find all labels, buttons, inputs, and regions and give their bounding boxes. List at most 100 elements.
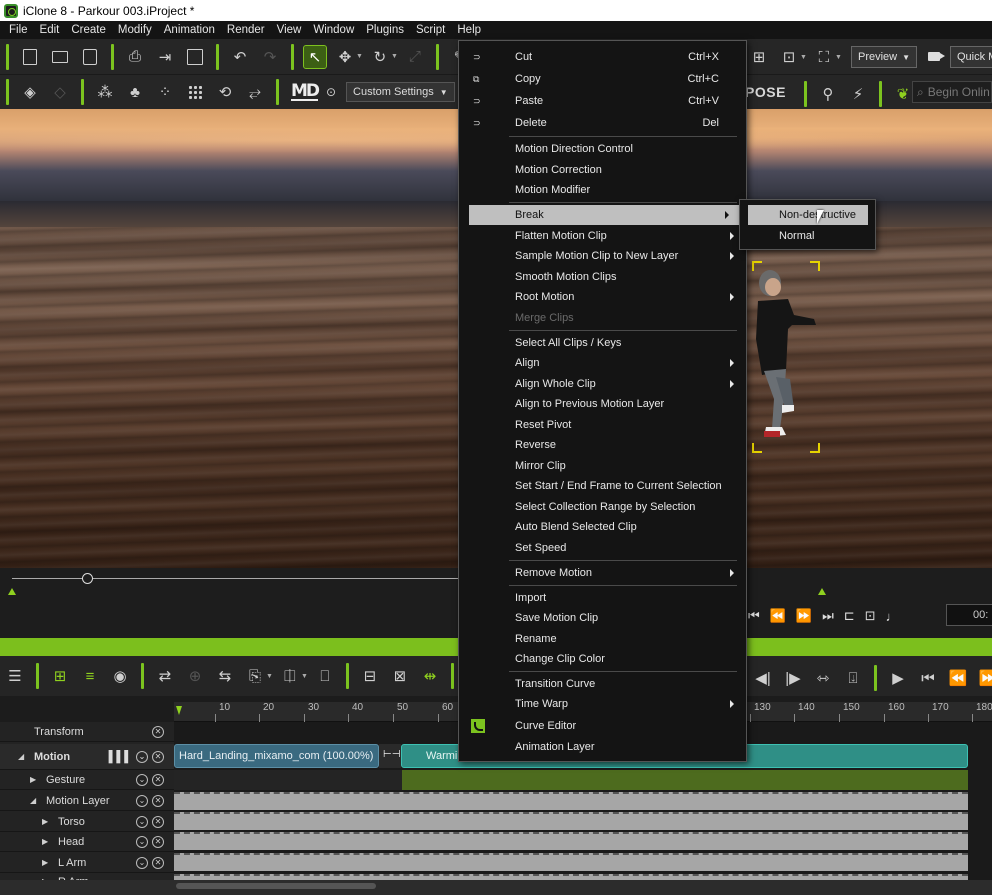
menu-file[interactable]: File <box>3 21 34 39</box>
range-icon[interactable]: ⎕ <box>314 665 336 687</box>
menu-item-save-motion-clip[interactable]: Save Motion Clip <box>459 608 746 628</box>
menu-item-flatten-motion-clip[interactable]: Flatten Motion Clip <box>459 226 746 246</box>
next-frame-icon[interactable]: ⏩ <box>796 608 812 624</box>
menu-item-align[interactable]: Align <box>459 353 746 373</box>
chevron-down-icon[interactable]: ▼ <box>835 54 842 61</box>
export-clip-icon[interactable]: ⍗ <box>842 667 864 689</box>
select-arrow-icon[interactable]: ↖ <box>303 44 327 69</box>
menu-item-animation-layer[interactable]: Animation Layer <box>459 737 746 757</box>
menu-item-mirror-clip[interactable]: Mirror Clip <box>459 456 746 476</box>
menu-item-paste[interactable]: ⊃ Paste Ctrl+V <box>459 91 746 111</box>
expand-arrow-icon[interactable]: ▶ <box>42 837 54 846</box>
chevron-down-icon[interactable]: ⌄ <box>136 773 148 786</box>
swap-icon[interactable]: ⇆ <box>214 665 236 687</box>
quick-mode-button[interactable]: Quick M <box>950 46 992 68</box>
expand-arrow-icon[interactable]: ▶ <box>30 775 42 784</box>
close-icon[interactable]: ✕ <box>152 815 164 828</box>
track-motion-layer[interactable]: ◢ Motion Layer ⌄ ✕ <box>0 791 174 811</box>
chevron-down-icon[interactable]: ⌄ <box>136 835 148 848</box>
expand-arrow-icon[interactable]: ◢ <box>30 796 42 805</box>
keyframe-dim-icon[interactable]: ◇ <box>49 81 71 103</box>
menu-item-sample-motion-clip[interactable]: Sample Motion Clip to New Layer <box>459 246 746 266</box>
scrollbar-thumb[interactable] <box>176 883 376 889</box>
torso-wave[interactable] <box>174 812 968 830</box>
forward-icon[interactable]: ⏩ <box>977 667 992 689</box>
menu-item-align-whole-clip[interactable]: Align Whole Clip <box>459 374 746 394</box>
prev-frame-icon[interactable]: ⏪ <box>770 608 786 624</box>
submenu-item-non-destructive[interactable]: Non-destructive <box>748 205 868 225</box>
menu-item-align-previous-layer[interactable]: Align to Previous Motion Layer <box>459 394 746 414</box>
gesture-lane-highlight[interactable] <box>402 770 968 790</box>
keyframe-icon[interactable]: ◈ <box>19 81 41 103</box>
playback-slider-track[interactable] <box>12 578 462 579</box>
character-avatar[interactable] <box>750 259 822 455</box>
menu-script[interactable]: Script <box>410 21 451 39</box>
chevron-down-icon[interactable]: ▼ <box>391 53 398 60</box>
rewind-icon[interactable]: ⏪ <box>947 667 969 689</box>
preview-dropdown[interactable]: Preview ▼ <box>851 46 917 68</box>
new-file-icon[interactable] <box>19 46 41 68</box>
track-transform[interactable]: Transform ✕ <box>0 722 174 742</box>
play-circle-icon[interactable]: ⊙ <box>324 81 338 103</box>
chat-icon[interactable]: ⊡ <box>865 608 876 624</box>
people-icon[interactable]: ♣ <box>124 81 146 103</box>
menu-item-time-warp[interactable]: Time Warp <box>459 694 746 714</box>
track-motion[interactable]: ◢ Motion ▌▌▌ ⌄ ✕ <box>0 744 174 770</box>
playhead-marker[interactable] <box>176 706 182 715</box>
menu-item-change-clip-color[interactable]: Change Clip Color <box>459 649 746 669</box>
menu-item-select-all-clips[interactable]: Select All Clips / Keys <box>459 333 746 353</box>
menu-window[interactable]: Window <box>307 21 360 39</box>
menu-item-import[interactable]: Import <box>459 588 746 608</box>
time-field[interactable]: 00: <box>946 604 992 626</box>
rotate-icon[interactable]: ↻ <box>369 46 391 68</box>
chevron-down-icon[interactable]: ▼ <box>356 53 363 60</box>
menu-item-transition-curve[interactable]: Transition Curve <box>459 674 746 694</box>
undo-icon[interactable]: ↶ <box>229 46 251 68</box>
track-gesture[interactable]: ▶ Gesture ⌄ ✕ <box>0 770 174 790</box>
menu-item-select-collection-range[interactable]: Select Collection Range by Selection <box>459 497 746 517</box>
menu-item-remove-motion[interactable]: Remove Motion <box>459 563 746 583</box>
pose-label[interactable]: POSE <box>745 84 786 100</box>
run-icon[interactable]: ⚡ <box>847 83 869 105</box>
collect-icon[interactable]: ⇄ <box>154 665 176 687</box>
timeline-scrollbar[interactable] <box>0 880 992 895</box>
go-start-icon[interactable]: ⏮ <box>917 667 939 689</box>
redo-icon[interactable]: ↷ <box>259 46 281 68</box>
close-icon[interactable]: ✕ <box>152 856 164 869</box>
scale-icon[interactable]: ⤢ <box>404 46 426 68</box>
fit-view-icon[interactable]: ⛶ <box>813 46 835 68</box>
clip-icon[interactable]: ⎘ <box>244 665 266 687</box>
chevron-down-icon[interactable]: ⌄ <box>136 794 148 807</box>
track-l-arm[interactable]: ▶ L Arm ⌄ ✕ <box>0 853 174 873</box>
add-key-icon[interactable]: ⊞ <box>49 665 71 687</box>
chevron-down-icon[interactable]: ▼ <box>301 673 308 680</box>
search-input[interactable]: ⌕ Begin Onlin <box>912 81 992 103</box>
range-start-marker[interactable] <box>8 588 16 595</box>
close-icon[interactable]: ✕ <box>152 725 164 738</box>
track-list-icon[interactable]: ☰ <box>4 665 26 687</box>
export-icon[interactable]: ⇥ <box>154 46 176 68</box>
key-snap-icon[interactable]: |▶ <box>782 667 804 689</box>
menu-help[interactable]: Help <box>451 21 487 39</box>
track-head[interactable]: ▶ Head ⌄ ✕ <box>0 832 174 852</box>
menu-item-set-speed[interactable]: Set Speed <box>459 538 746 558</box>
grid-icon[interactable] <box>184 81 206 103</box>
go-start-icon[interactable]: ⏮ <box>748 608 760 624</box>
close-icon[interactable]: ✕ <box>152 750 164 763</box>
insert-icon[interactable]: ⊕ <box>184 665 206 687</box>
menu-item-auto-blend[interactable]: Auto Blend Selected Clip <box>459 517 746 537</box>
menu-create[interactable]: Create <box>65 21 112 39</box>
stretch-icon[interactable]: ⇹ <box>419 665 441 687</box>
close-icon[interactable]: ✕ <box>152 835 164 848</box>
expand-arrow-icon[interactable]: ▶ <box>42 858 54 867</box>
close-icon[interactable]: ✕ <box>152 794 164 807</box>
menu-item-cut[interactable]: ⊃ Cut Ctrl+X <box>459 47 746 67</box>
path-icon[interactable]: ⥂ <box>244 81 266 103</box>
prev-key-icon[interactable]: ◀| <box>752 667 774 689</box>
chevron-down-icon[interactable]: ⌄ <box>136 750 148 763</box>
menu-view[interactable]: View <box>271 21 308 39</box>
menu-modify[interactable]: Modify <box>112 21 158 39</box>
chevron-down-icon[interactable]: ▼ <box>266 673 273 680</box>
points-icon[interactable]: ⁘ <box>154 81 176 103</box>
gesture-lane[interactable] <box>174 770 402 790</box>
